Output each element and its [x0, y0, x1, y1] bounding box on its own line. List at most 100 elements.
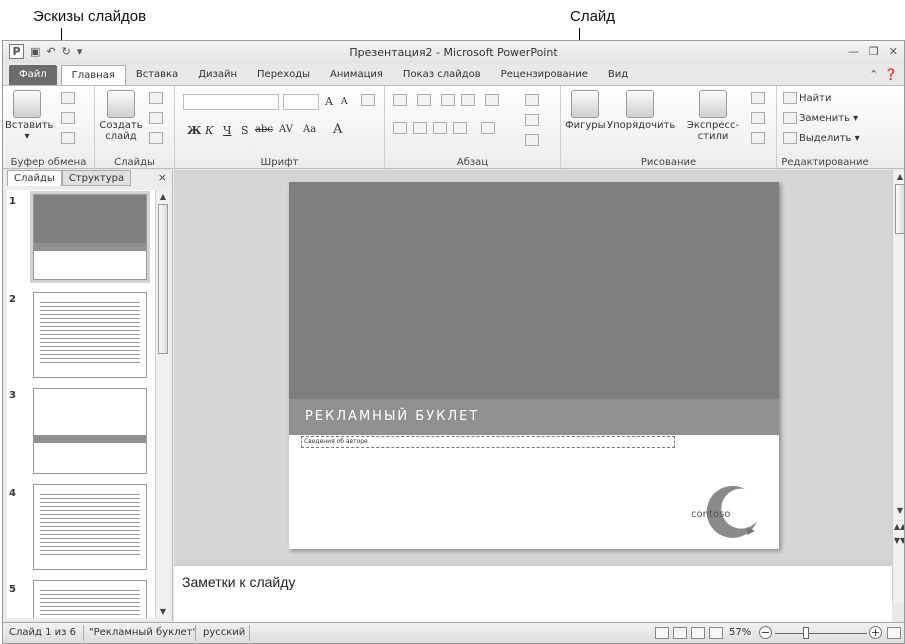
- slideshow-view-icon[interactable]: [709, 627, 723, 639]
- normal-view-icon[interactable]: [655, 627, 669, 639]
- arrange-button[interactable]: Упорядочить: [607, 90, 675, 131]
- align-right-button[interactable]: [433, 122, 449, 134]
- align-left-button[interactable]: [393, 122, 409, 134]
- tab-design[interactable]: Дизайн: [188, 65, 247, 85]
- tab-slides[interactable]: Слайды: [7, 170, 62, 186]
- zoom-in-icon[interactable]: +: [869, 626, 882, 639]
- help-icon[interactable]: ❓: [884, 68, 898, 81]
- editor-scroll-up-icon[interactable]: ▲: [893, 172, 904, 181]
- slide-thumbnail-1[interactable]: [30, 191, 150, 283]
- scroll-down-icon[interactable]: ▼: [156, 607, 170, 616]
- shadow-button[interactable]: S: [241, 124, 249, 137]
- next-slide-icon[interactable]: ▼▼: [893, 536, 904, 545]
- slide-thumbnail-2[interactable]: [33, 292, 147, 378]
- restore-icon[interactable]: ❐: [869, 45, 879, 58]
- tab-view[interactable]: Вид: [598, 65, 638, 85]
- callout-slide: Слайд: [570, 8, 616, 25]
- new-slide-label-2: слайд: [105, 131, 137, 142]
- new-slide-icon: [107, 90, 135, 118]
- theme-name[interactable]: "Рекламный буклет": [89, 627, 197, 638]
- bold-button[interactable]: Ж: [187, 124, 201, 137]
- reset-button[interactable]: [149, 112, 165, 124]
- slide-thumbnail-4[interactable]: [33, 484, 147, 570]
- slide-thumbnail-5[interactable]: [33, 580, 147, 618]
- cut-button[interactable]: [61, 92, 77, 104]
- tab-transitions[interactable]: Переходы: [247, 65, 320, 85]
- notes-placeholder[interactable]: Заметки к слайду: [182, 574, 295, 590]
- powerpoint-window: P ▣ ↶ ↻ ▾ Презентация2 - Microsoft Power…: [2, 40, 905, 644]
- italic-button[interactable]: К: [205, 124, 214, 137]
- tab-slideshow[interactable]: Показ слайдов: [393, 65, 491, 85]
- thumbnail-number: 3: [9, 390, 16, 401]
- section-button[interactable]: [149, 132, 165, 144]
- pane-close-icon[interactable]: ×: [158, 171, 167, 184]
- font-name-combo[interactable]: [183, 94, 279, 110]
- decrease-indent-button[interactable]: [441, 94, 457, 106]
- slide-subtitle-placeholder[interactable]: Сведения об авторе: [301, 436, 675, 448]
- notes-pane[interactable]: Заметки к слайду: [174, 563, 892, 623]
- tab-home[interactable]: Главная: [60, 65, 126, 85]
- slide-title[interactable]: РЕКЛАМНЫЙ БУКЛЕТ: [305, 409, 479, 424]
- minimize-icon[interactable]: —: [848, 45, 859, 58]
- language[interactable]: русский: [203, 627, 245, 638]
- quick-styles-button[interactable]: Экспресс-стили: [675, 90, 751, 142]
- slide-sorter-view-icon[interactable]: [673, 627, 687, 639]
- thumbnail-number: 1: [9, 196, 16, 207]
- slide-header-block: [289, 182, 779, 399]
- fit-to-window-icon[interactable]: [887, 627, 901, 639]
- shape-fill-button[interactable]: [751, 92, 767, 104]
- clear-formatting-button[interactable]: [361, 94, 377, 106]
- zoom-slider-thumb[interactable]: [803, 627, 809, 639]
- new-slide-button[interactable]: Создать слайд: [99, 90, 143, 142]
- strikethrough-button[interactable]: abc: [255, 124, 273, 135]
- reading-view-icon[interactable]: [691, 627, 705, 639]
- zoom-level[interactable]: 57%: [729, 627, 751, 638]
- tab-file[interactable]: Файл: [9, 65, 57, 85]
- line-spacing-button[interactable]: [485, 94, 501, 106]
- slide-thumbnail-3[interactable]: [33, 388, 147, 474]
- tab-review[interactable]: Рецензирование: [491, 65, 598, 85]
- find-button[interactable]: Найти: [783, 92, 831, 104]
- previous-slide-icon[interactable]: ▲▲: [893, 522, 904, 531]
- text-direction-button[interactable]: [525, 94, 541, 106]
- align-center-button[interactable]: [413, 122, 429, 134]
- justify-button[interactable]: [453, 122, 469, 134]
- grow-font-button[interactable]: A: [325, 95, 333, 108]
- increase-indent-button[interactable]: [461, 94, 477, 106]
- scroll-up-icon[interactable]: ▲: [156, 192, 170, 201]
- smartart-button[interactable]: [525, 134, 541, 146]
- editor-scroll-down-icon[interactable]: ▼: [893, 506, 904, 515]
- format-painter-button[interactable]: [61, 132, 77, 144]
- tab-outline[interactable]: Структура: [61, 170, 132, 186]
- tab-insert[interactable]: Вставка: [126, 65, 188, 85]
- current-slide[interactable]: РЕКЛАМНЫЙ БУКЛЕТ Сведения об авторе cont…: [289, 182, 779, 549]
- align-text-button[interactable]: [525, 114, 541, 126]
- change-case-button[interactable]: Aa: [303, 124, 316, 135]
- font-size-combo[interactable]: [283, 94, 319, 110]
- numbering-button[interactable]: [417, 94, 433, 106]
- replace-button[interactable]: Заменить ▾: [783, 112, 858, 124]
- group-editing: Найти Заменить ▾ Выделить ▾ Редактирован…: [777, 86, 873, 170]
- editor-scroll-thumb[interactable]: [895, 184, 904, 234]
- close-icon[interactable]: ✕: [889, 45, 898, 58]
- spacing-button[interactable]: AV: [279, 124, 293, 135]
- layout-button[interactable]: [149, 92, 165, 104]
- shapes-button[interactable]: Фигуры: [565, 90, 606, 131]
- select-button[interactable]: Выделить ▾: [783, 132, 860, 144]
- thumbnails-scrollbar[interactable]: ▲ ▼: [155, 190, 169, 618]
- shrink-font-button[interactable]: A: [341, 97, 348, 107]
- columns-button[interactable]: [481, 122, 497, 134]
- thumbnails-scroll-thumb[interactable]: [158, 204, 168, 354]
- shape-outline-button[interactable]: [751, 112, 767, 124]
- editor-scrollbar[interactable]: ▲ ▼ ▲▲ ▼▼: [892, 170, 904, 603]
- tab-animations[interactable]: Анимация: [320, 65, 393, 85]
- minimize-ribbon-icon[interactable]: ⌃: [869, 68, 878, 81]
- underline-button[interactable]: Ч: [223, 124, 232, 137]
- bullets-button[interactable]: [393, 94, 409, 106]
- font-color-button[interactable]: A: [333, 122, 342, 137]
- zoom-slider-track[interactable]: [775, 633, 867, 634]
- shape-effects-button[interactable]: [751, 132, 767, 144]
- zoom-out-icon[interactable]: −: [759, 626, 772, 639]
- copy-button[interactable]: [61, 112, 77, 124]
- paste-button[interactable]: Вставить ▾: [5, 90, 53, 142]
